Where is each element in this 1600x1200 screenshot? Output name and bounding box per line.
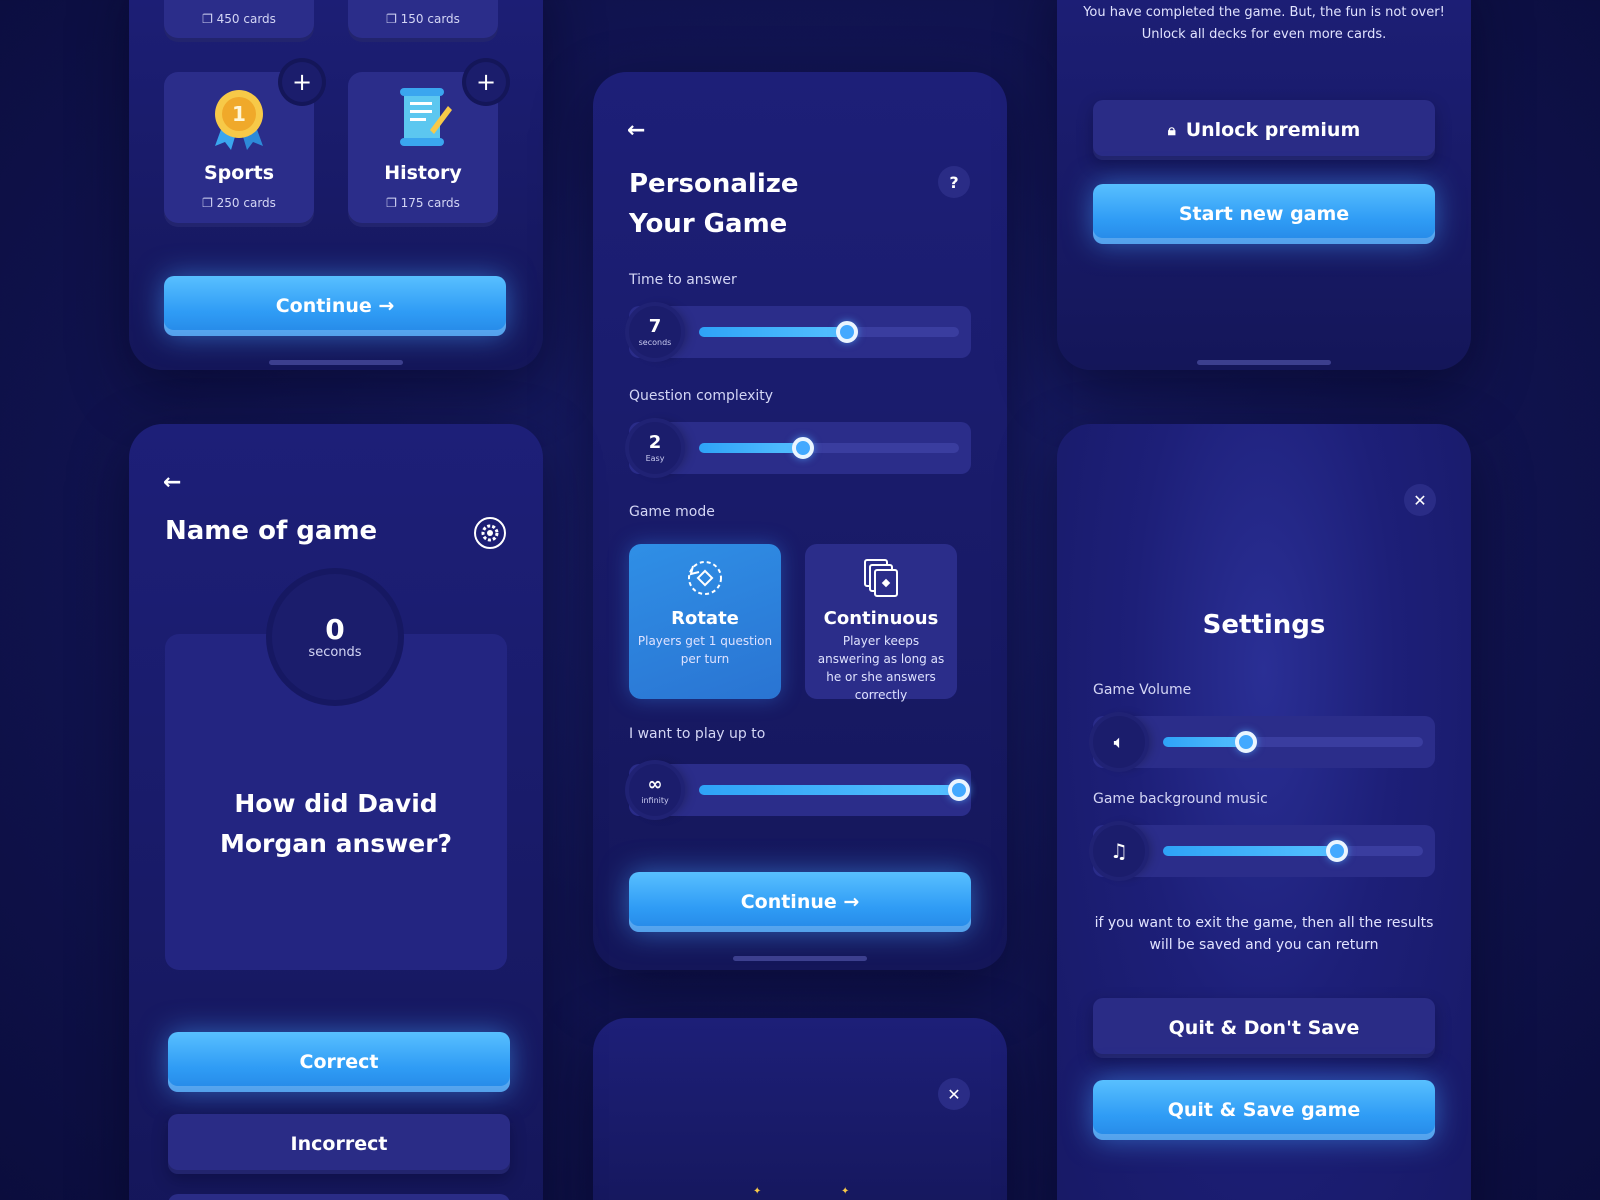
- mode-title: Continuous: [823, 608, 939, 629]
- start-new-game-button[interactable]: Start new game: [1093, 184, 1435, 244]
- home-indicator: [269, 360, 403, 365]
- back-arrow-icon[interactable]: ←: [627, 118, 645, 143]
- continue-button[interactable]: Continue →: [164, 276, 506, 336]
- volume-label: Game Volume: [1093, 682, 1192, 698]
- close-icon: ✕: [1413, 490, 1427, 510]
- slider-thumb[interactable]: [792, 437, 814, 459]
- complexity-label: Question complexity: [629, 388, 774, 404]
- play-slider[interactable]: ∞ infinity: [629, 764, 971, 816]
- plus-icon: +: [475, 68, 497, 96]
- deck-title: Sports: [203, 162, 275, 184]
- slider-thumb[interactable]: [948, 779, 970, 801]
- question-screen: ← Name of game How did David Morgan answ…: [129, 424, 543, 1200]
- deck-card-top-2[interactable]: ❐ 150 cards: [348, 0, 498, 42]
- medal-icon: 1: [215, 90, 263, 150]
- settings-gear-icon[interactable]: [473, 516, 507, 550]
- home-indicator: [733, 956, 867, 961]
- add-deck-button[interactable]: +: [282, 62, 322, 102]
- slider-track: [699, 321, 959, 343]
- rotate-icon: [688, 561, 722, 595]
- music-slider[interactable]: ♫: [1093, 825, 1435, 877]
- deck-card-top-1[interactable]: ❐ 450 cards: [164, 0, 314, 42]
- slider-track: [1163, 731, 1423, 753]
- time-label: Time to answer: [629, 272, 737, 288]
- unlock-premium-button[interactable]: 🔒︎ Unlock premium: [1093, 100, 1435, 160]
- cards-icon: ❐: [386, 12, 401, 26]
- sparkle-icon: ✦: [841, 1186, 850, 1197]
- mode-label: Game mode: [629, 504, 715, 520]
- complexity-badge: 2 Easy: [629, 422, 681, 474]
- music-note-icon: ♫: [1110, 839, 1128, 863]
- time-badge: 7 seconds: [629, 306, 681, 358]
- play-badge: ∞ infinity: [629, 764, 681, 816]
- slider-track: [1163, 840, 1423, 862]
- slider-thumb[interactable]: [1326, 840, 1349, 862]
- scroll-icon: [400, 88, 452, 146]
- volume-badge: 🔈︎: [1093, 716, 1145, 768]
- mode-title: Rotate: [671, 608, 739, 629]
- close-icon: ✕: [947, 1084, 961, 1104]
- volume-slider[interactable]: 🔈︎: [1093, 716, 1435, 768]
- music-label: Game background music: [1093, 791, 1268, 807]
- lock-icon: 🔒︎: [1167, 121, 1176, 139]
- cards-icon: ❐: [202, 12, 217, 26]
- question-text: How did David Morgan answer?: [219, 789, 453, 858]
- slider-track: [699, 779, 970, 801]
- personalize-screen: ← Personalize Your Game ? Time to answer…: [593, 72, 1007, 970]
- back-arrow-icon[interactable]: ←: [163, 470, 181, 495]
- quit-save-button[interactable]: Quit & Save game: [1093, 1080, 1435, 1140]
- deck-count: ❐ 150 cards: [386, 12, 460, 26]
- sparkle-icon: ✦: [753, 1186, 762, 1197]
- deck-count: ❐ 250 cards: [202, 196, 276, 210]
- decks-screen: ❐ 450 cards ❐ 150 cards 1 Sports ❐ 250 c…: [129, 0, 543, 370]
- deck-title: History: [384, 162, 462, 184]
- page-title: Personalize Your Game: [629, 169, 799, 239]
- infinity-icon: ∞: [647, 773, 663, 795]
- mode-description: Player keeps answering as long as he or …: [817, 634, 945, 702]
- timer-value: 0: [325, 612, 345, 646]
- exit-note: if you want to exit the game, then all t…: [1094, 915, 1434, 953]
- home-indicator: [1197, 360, 1331, 365]
- timer-unit: seconds: [308, 644, 362, 660]
- slider-thumb[interactable]: [836, 321, 859, 343]
- modal-screen: ✕ ✦ ✦: [593, 1018, 1007, 1200]
- complexity-slider[interactable]: 2 Easy: [629, 422, 971, 474]
- play-label: I want to play up to: [629, 726, 766, 742]
- music-badge: ♫: [1093, 825, 1145, 877]
- cards-stack-icon: [864, 559, 898, 597]
- close-button[interactable]: ✕: [938, 1078, 970, 1110]
- plus-icon: +: [291, 68, 313, 96]
- mode-description: Players get 1 question per turn: [637, 634, 773, 666]
- settings-screen: ✕ Settings Game Volume 🔈︎ Game backgroun…: [1057, 424, 1471, 1200]
- completion-message: You have completed the game. But, the fu…: [1083, 5, 1445, 42]
- slider-thumb[interactable]: [1235, 731, 1258, 753]
- svg-text:1: 1: [232, 102, 246, 126]
- add-deck-button[interactable]: +: [466, 62, 506, 102]
- mode-card-rotate[interactable]: Rotate Players get 1 question per turn: [629, 544, 781, 699]
- quit-no-save-button[interactable]: Quit & Don't Save: [1093, 998, 1435, 1058]
- page-title: Name of game: [165, 516, 378, 546]
- bottom-panel: [168, 1194, 510, 1200]
- time-slider[interactable]: 7 seconds: [629, 306, 971, 358]
- slider-track: [699, 437, 959, 459]
- speaker-icon: 🔈︎: [1113, 731, 1125, 753]
- cards-icon: ❐: [386, 196, 401, 210]
- close-button[interactable]: ✕: [1404, 484, 1436, 516]
- help-button[interactable]: ?: [938, 166, 970, 198]
- page-title: Settings: [1202, 610, 1326, 640]
- timer: 0 seconds: [272, 574, 398, 700]
- incorrect-button[interactable]: Incorrect: [168, 1114, 510, 1174]
- game-over-screen: You have completed the game. But, the fu…: [1057, 0, 1471, 370]
- deck-count: ❐ 175 cards: [386, 196, 460, 210]
- deck-count: ❐ 450 cards: [202, 12, 276, 26]
- continue-button[interactable]: Continue →: [629, 872, 971, 932]
- mode-card-continuous[interactable]: Continuous Player keeps answering as lon…: [805, 544, 957, 702]
- cards-icon: ❐: [202, 196, 217, 210]
- correct-button[interactable]: Correct: [168, 1032, 510, 1092]
